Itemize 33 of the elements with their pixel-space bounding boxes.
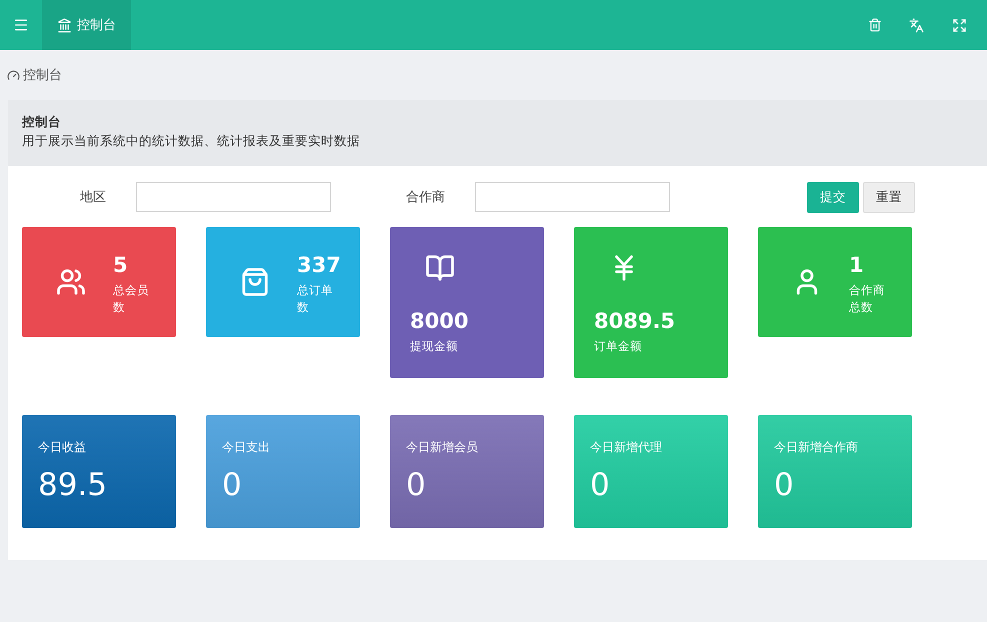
stat-value: 8000 [410, 311, 470, 332]
stat-value: 8089.5 [594, 311, 676, 332]
gauge-icon [7, 68, 20, 82]
stat-label: 合作商总数 [849, 282, 886, 316]
today-label: 今日新增代理 [590, 439, 663, 456]
stat-value: 1 [849, 255, 865, 276]
today-label: 今日新增合作商 [774, 439, 859, 456]
stat-label: 总会员数 [113, 282, 150, 316]
field-label: 地区 [80, 189, 106, 206]
reset-button[interactable]: 重置 [863, 182, 915, 212]
stat-value: 5 [113, 255, 129, 276]
stat-label: 总订单数 [297, 282, 334, 316]
today-value: 0 [222, 470, 243, 501]
today-value: 89.5 [38, 470, 108, 501]
today-value: 0 [590, 470, 611, 501]
shopping-bag-icon [240, 267, 270, 297]
today-label: 今日收益 [38, 439, 87, 456]
book-icon [425, 253, 455, 283]
today-label: 今日支出 [222, 439, 271, 456]
panel-description: 用于展示当前系统中的统计数据、统计报表及重要实时数据 [22, 133, 361, 150]
today-label: 今日新增会员 [406, 439, 479, 456]
bank-icon [57, 18, 72, 32]
breadcrumb[interactable]: 控制台 [23, 66, 62, 84]
users-icon [56, 267, 86, 297]
field-label: 合作商 [406, 189, 445, 206]
stat-label: 订单金额 [594, 338, 643, 355]
input-field[interactable] [136, 182, 331, 212]
today-value: 0 [406, 470, 427, 501]
stat-value: 337 [297, 255, 341, 276]
stat-label: 提现金额 [410, 338, 459, 355]
today-value: 0 [774, 470, 795, 501]
input-field[interactable] [475, 182, 670, 212]
panel-title: 控制台 [22, 114, 62, 131]
